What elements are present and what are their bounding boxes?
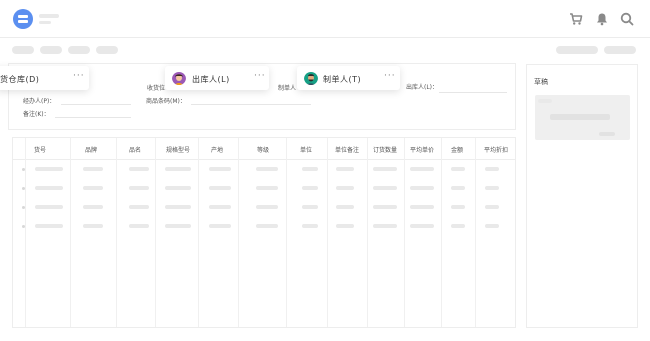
barcode-field[interactable] [191, 104, 311, 105]
table-row[interactable] [13, 160, 515, 179]
toolbar-button-right[interactable] [556, 46, 598, 54]
panel-title: 草稿 [534, 78, 548, 86]
toolbar-button[interactable] [12, 46, 34, 54]
issuer-more-icon[interactable]: ··· [254, 71, 266, 81]
maker-label: 制单人 [278, 85, 297, 92]
issuer-chip-label: 出库人(L) [192, 75, 230, 84]
toolbar-button[interactable] [96, 46, 118, 54]
warehouse-more-icon[interactable]: ··· [73, 71, 85, 81]
app-subtitle-placeholder [39, 21, 51, 24]
items-table: 货号 品牌 品名 规格型号 产地 等级 单位 单位备注 订货数量 平均单价 金额… [12, 137, 516, 328]
cart-icon[interactable] [569, 12, 583, 26]
toolbar-button[interactable] [40, 46, 62, 54]
maker-more-icon[interactable]: ··· [384, 71, 396, 81]
toolbar-button[interactable] [68, 46, 90, 54]
column-header[interactable]: 产地 [211, 145, 223, 154]
column-header[interactable]: 平均折扣 [484, 145, 508, 154]
barcode-label: 商品条码(M)： [146, 98, 186, 105]
column-header[interactable]: 金额 [451, 145, 463, 154]
search-icon[interactable] [620, 12, 634, 26]
app-logo-icon[interactable] [13, 9, 33, 29]
column-header[interactable]: 订货数量 [373, 145, 397, 154]
handler-field[interactable] [61, 104, 131, 105]
table-row[interactable] [13, 217, 515, 236]
maker-chip[interactable]: 制单人(T) ··· [297, 66, 400, 90]
handler-label: 经办人(P)： [23, 98, 56, 105]
issuer-chip[interactable]: 出库人(L) ··· [165, 66, 269, 90]
issuer-avatar [172, 71, 186, 85]
table-row[interactable] [13, 179, 515, 198]
table-header: 货号 品牌 品名 规格型号 产地 等级 单位 单位备注 订货数量 平均单价 金额… [13, 138, 515, 160]
warehouse-label: 货仓库(D) [0, 75, 40, 84]
draft-card[interactable] [535, 95, 630, 140]
warehouse-chip[interactable]: 货仓库(D) ··· [0, 66, 89, 90]
column-header[interactable]: 平均单价 [410, 145, 434, 154]
issuer-field[interactable] [439, 92, 507, 93]
bell-icon[interactable] [595, 12, 609, 26]
maker-chip-label: 制单人(T) [323, 75, 362, 84]
column-header[interactable]: 货号 [34, 145, 46, 154]
remark-field[interactable] [55, 117, 131, 118]
column-header[interactable]: 等级 [257, 145, 269, 154]
toolbar-button-right[interactable] [604, 46, 636, 54]
column-header[interactable]: 单位备注 [335, 145, 359, 154]
draft-panel: 草稿 [526, 64, 638, 328]
maker-avatar [304, 71, 318, 85]
column-header[interactable]: 品牌 [85, 145, 97, 154]
toolbar [0, 38, 650, 62]
receiver-label: 收货位 [147, 85, 166, 92]
column-header[interactable]: 品名 [129, 145, 141, 154]
table-row[interactable] [13, 198, 515, 217]
column-header[interactable]: 单位 [300, 145, 312, 154]
app-title-placeholder [39, 14, 59, 18]
remark-label: 备注(K)： [23, 111, 50, 118]
column-header[interactable]: 规格型号 [166, 145, 190, 154]
issuer-label: 出库人(L)： [406, 84, 439, 91]
top-bar [0, 0, 650, 38]
